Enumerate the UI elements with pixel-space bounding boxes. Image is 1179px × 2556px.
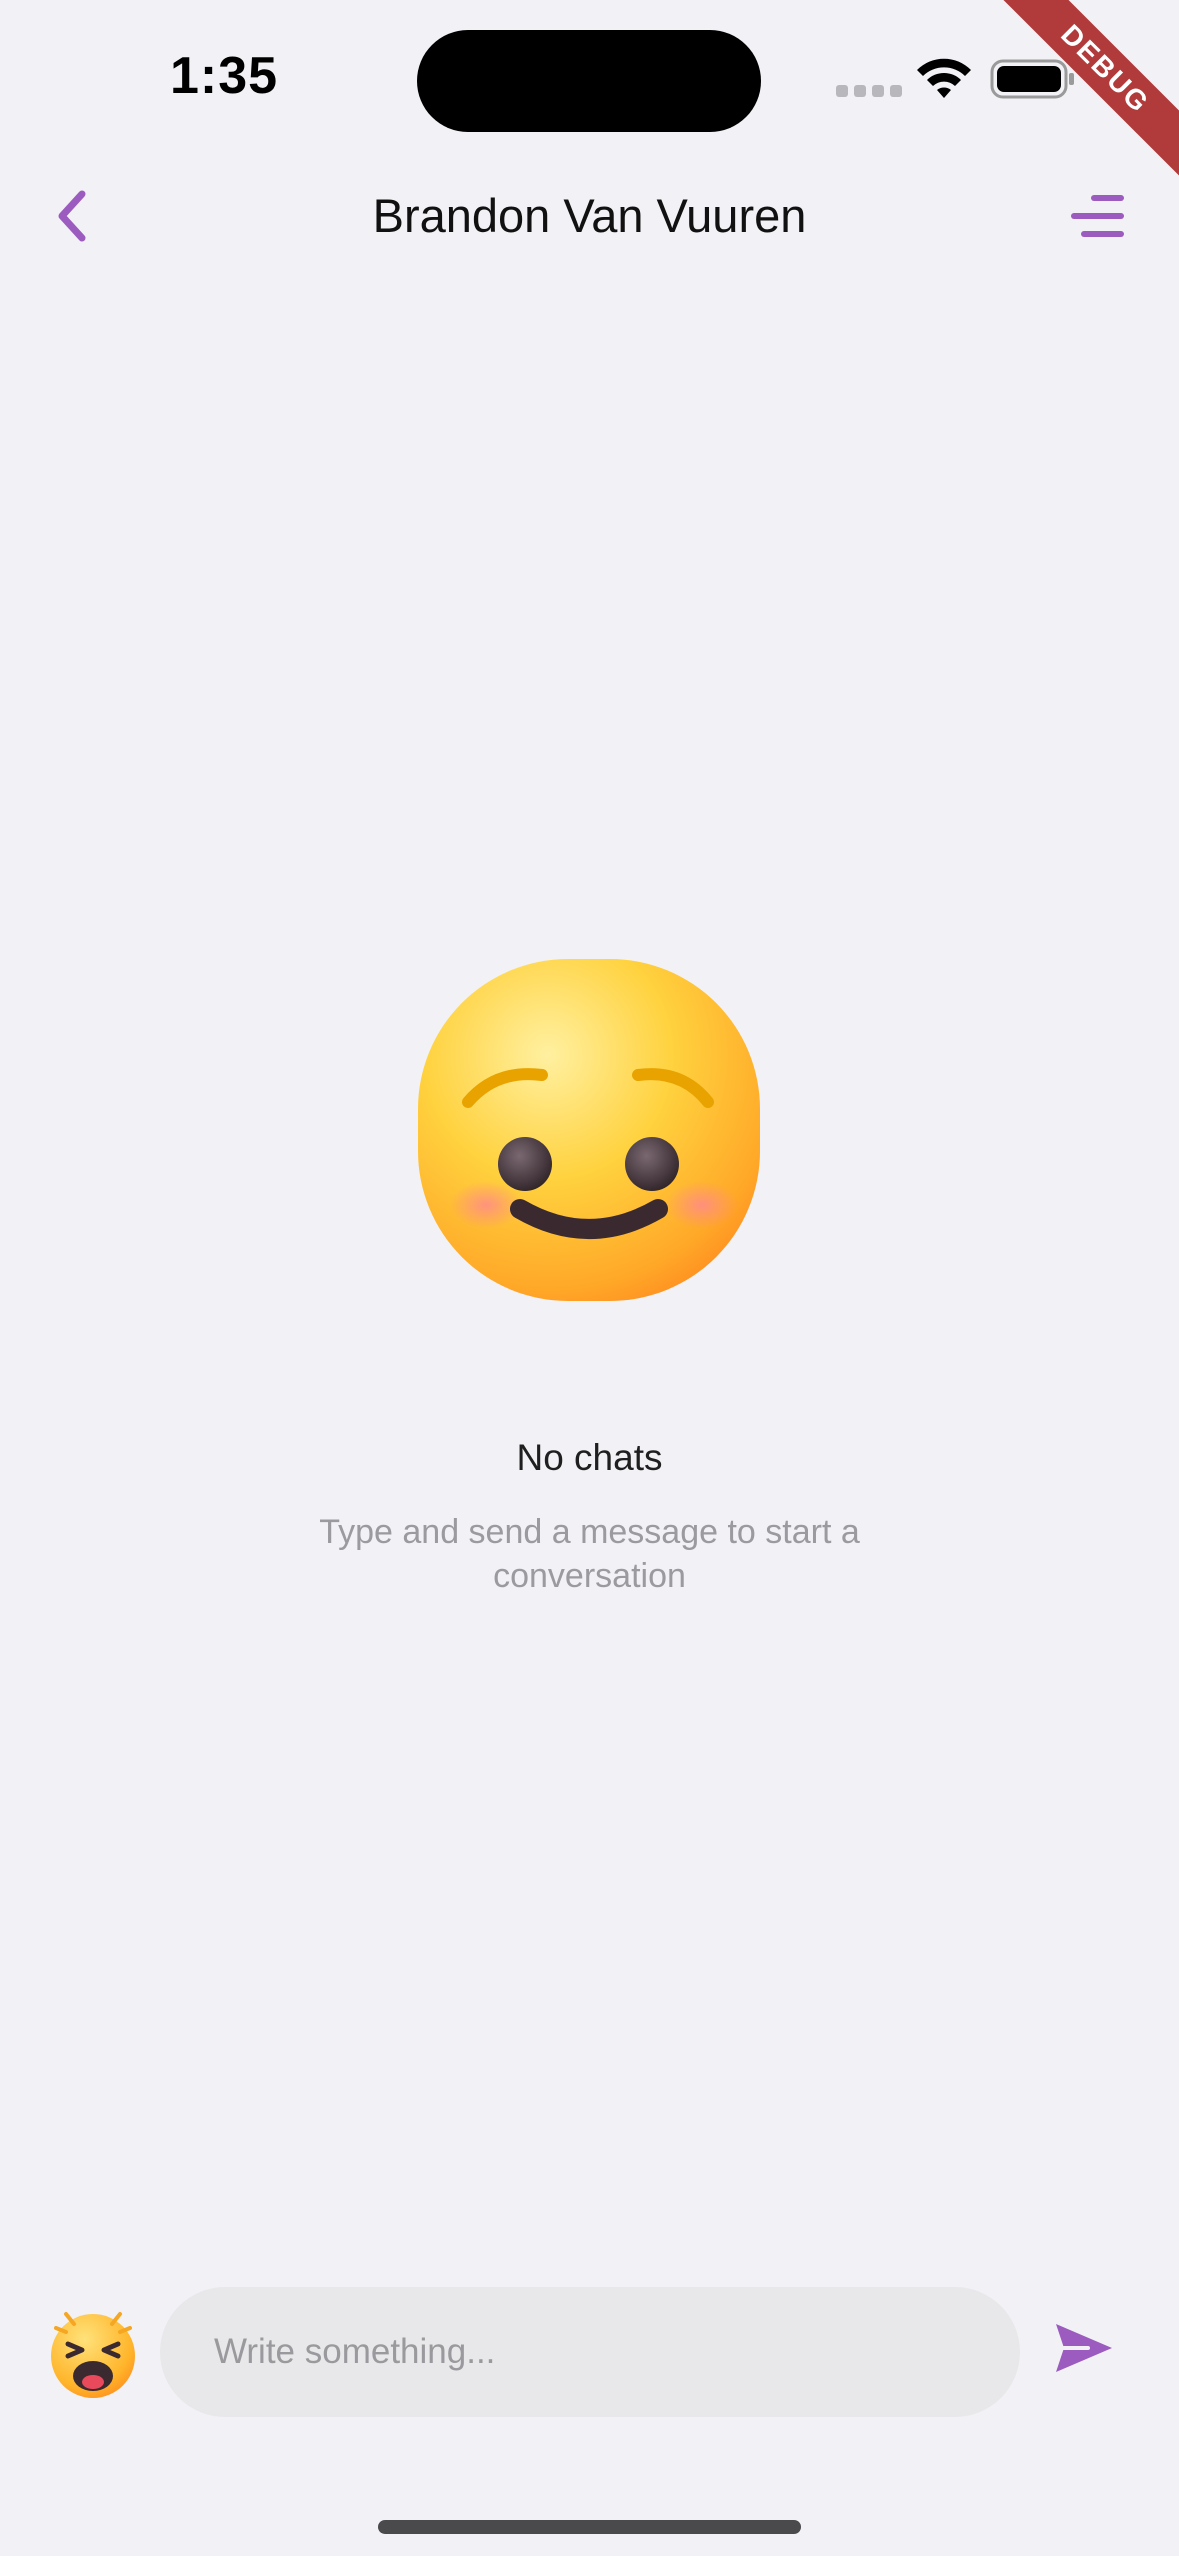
dynamic-island (417, 30, 761, 132)
wifi-icon (917, 58, 971, 98)
status-time: 1:35 (170, 47, 279, 105)
chat-title: Brandon Van Vuuren (372, 189, 807, 242)
home-indicator (378, 2520, 801, 2534)
menu-lines-icon[interactable] (1066, 192, 1126, 240)
battery-icon (990, 59, 1074, 99)
tired-face-icon[interactable] (46, 2306, 140, 2400)
send-icon[interactable] (1052, 2320, 1116, 2376)
empty-state-title: No chats (516, 1437, 663, 1478)
smiling-face-icon (418, 959, 760, 1301)
empty-state-subtitle: Type and send a message to start a conve… (319, 1513, 860, 1595)
cellular-signal-icon (836, 85, 902, 97)
message-input[interactable] (160, 2287, 1020, 2417)
